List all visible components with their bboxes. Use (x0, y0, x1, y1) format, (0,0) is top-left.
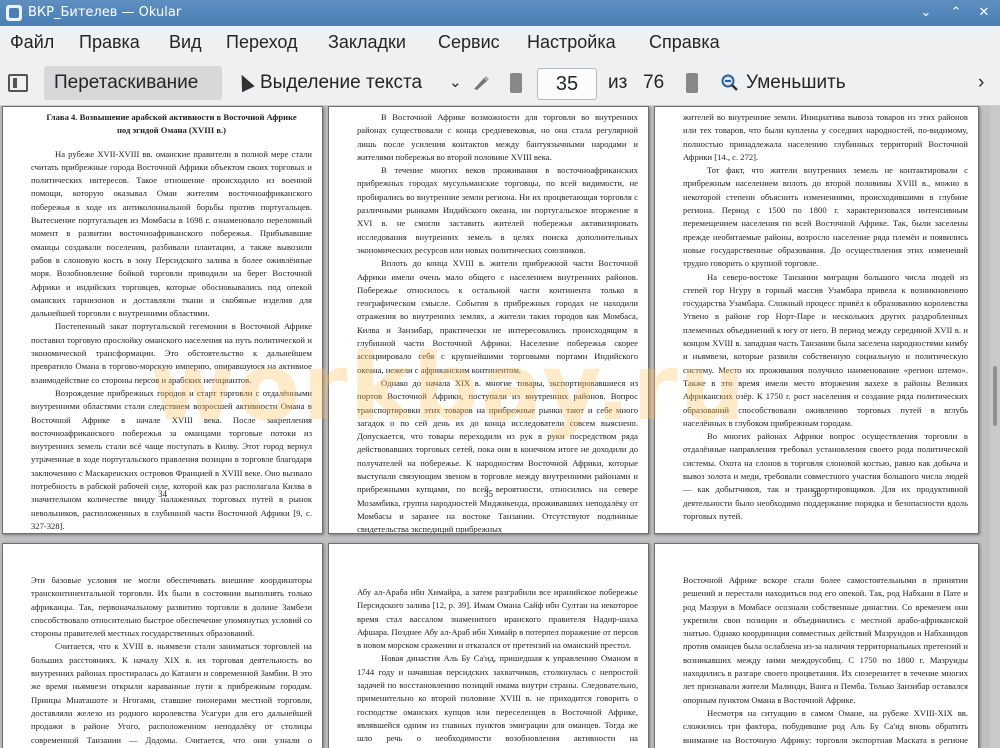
next-page-icon[interactable] (686, 73, 698, 93)
menu-view[interactable]: Вид (169, 32, 202, 53)
page-total-label: 76 (643, 72, 665, 93)
menu-settings[interactable]: Настройка (527, 32, 616, 53)
previous-page-icon[interactable] (510, 73, 522, 93)
window-title: ВКР_Бителев — Okular (28, 5, 182, 20)
menu-go[interactable]: Переход (226, 32, 298, 53)
title-bar: ВКР_Бителев — Okular ⌄ ⌃ ✕ (0, 0, 1000, 26)
main-toolbar: Перетаскивание Выделение текста ⌄ 35 из … (0, 60, 1000, 106)
page-text: Восточной Африке вскоре стали более само… (683, 574, 968, 748)
menu-file[interactable]: Файл (10, 32, 54, 53)
minimize-button[interactable]: ⌄ (916, 3, 936, 23)
chapter-heading: Глава 4. Возвышение арабской активности … (46, 112, 297, 122)
page-35: В Восточной Африке возможности для торго… (328, 106, 649, 534)
paragraph: Тот факт, что жители внутренних земель н… (683, 165, 968, 269)
page-text: Эти базовые условия не могли обеспечиват… (31, 574, 312, 748)
paragraph: На рубеже XVII-XVIII вв. оманские правит… (31, 148, 312, 319)
okular-app-icon (6, 5, 22, 21)
scrollbar-thumb[interactable] (993, 366, 997, 426)
browse-mode-button[interactable]: Перетаскивание (44, 66, 222, 100)
paragraph: жителей во внутренние земли. Инициатива … (683, 112, 968, 162)
paragraph: Эти базовые условия не могли обеспечиват… (31, 575, 312, 639)
page-38: Абу ал-Араба ибн Химайра, а затем разгра… (328, 543, 649, 748)
page-text: Абу ал-Араба ибн Химайра, а затем разгра… (357, 586, 638, 748)
sidebar-toggle-icon[interactable] (8, 74, 28, 92)
menu-tools[interactable]: Сервис (438, 32, 500, 53)
vertical-scrollbar[interactable] (990, 106, 1000, 748)
document-viewport[interactable]: Глава 4. Возвышение арабской активности … (0, 106, 1000, 748)
paragraph: Несмотря на ситуацию в самом Омане, на р… (683, 707, 968, 748)
text-select-cursor-icon[interactable] (235, 71, 255, 93)
zoom-out-button[interactable]: Уменьшить (746, 66, 846, 100)
page-text: жителей во внутренние земли. Инициатива … (683, 111, 968, 523)
page-text: В Восточной Африке возможности для торго… (357, 111, 638, 533)
page-number: 35 (484, 489, 493, 499)
toolbar-overflow-button[interactable]: › (978, 66, 984, 100)
close-button[interactable]: ✕ (974, 3, 994, 23)
selection-mode-dropdown-icon[interactable]: ⌄ (449, 66, 462, 100)
zoom-out-icon[interactable] (721, 74, 739, 92)
page-37: Эти базовые условия не могли обеспечиват… (2, 543, 323, 748)
page-of-label: из (608, 72, 628, 93)
paragraph: Считается, что к XVIII в. ньямвези стали… (31, 641, 312, 748)
page-34: Глава 4. Возвышение арабской активности … (2, 106, 323, 534)
menu-bar: Файл Правка Вид Переход Закладки Сервис … (0, 26, 1000, 60)
text-selection-button[interactable]: Выделение текста (260, 66, 422, 100)
paragraph: В Восточной Африке возможности для торго… (357, 112, 638, 162)
menu-bookmarks[interactable]: Закладки (328, 32, 406, 53)
paragraph: В течение многих веков проживания в вост… (357, 165, 638, 255)
page-number-input[interactable]: 35 (537, 68, 597, 100)
annotation-pen-icon[interactable] (472, 75, 490, 91)
chapter-subheading: под эгидой Омана (XVIII в.) (116, 125, 227, 136)
page-number: 34 (158, 489, 167, 499)
maximize-button[interactable]: ⌃ (946, 3, 966, 23)
page-36: жителей во внутренние земли. Инициатива … (654, 106, 979, 534)
paragraph: Новая династия Аль Бу Са'ид, пришедшая к… (357, 653, 638, 748)
paragraph: Абу ал-Араба ибн Химайра, а затем разгра… (357, 587, 638, 651)
page-39: Восточной Африке вскоре стали более само… (654, 543, 979, 748)
page-text: Глава 4. Возвышение арабской активности … (31, 111, 312, 533)
page-number: 36 (812, 489, 821, 499)
menu-edit[interactable]: Правка (79, 32, 140, 53)
paragraph: Во многих районах Африки вопрос осуществ… (683, 431, 968, 521)
paragraph: Восточной Африке вскоре стали более само… (683, 575, 968, 705)
watermark: workbay.ru (150, 334, 748, 441)
menu-help[interactable]: Справка (649, 32, 720, 53)
